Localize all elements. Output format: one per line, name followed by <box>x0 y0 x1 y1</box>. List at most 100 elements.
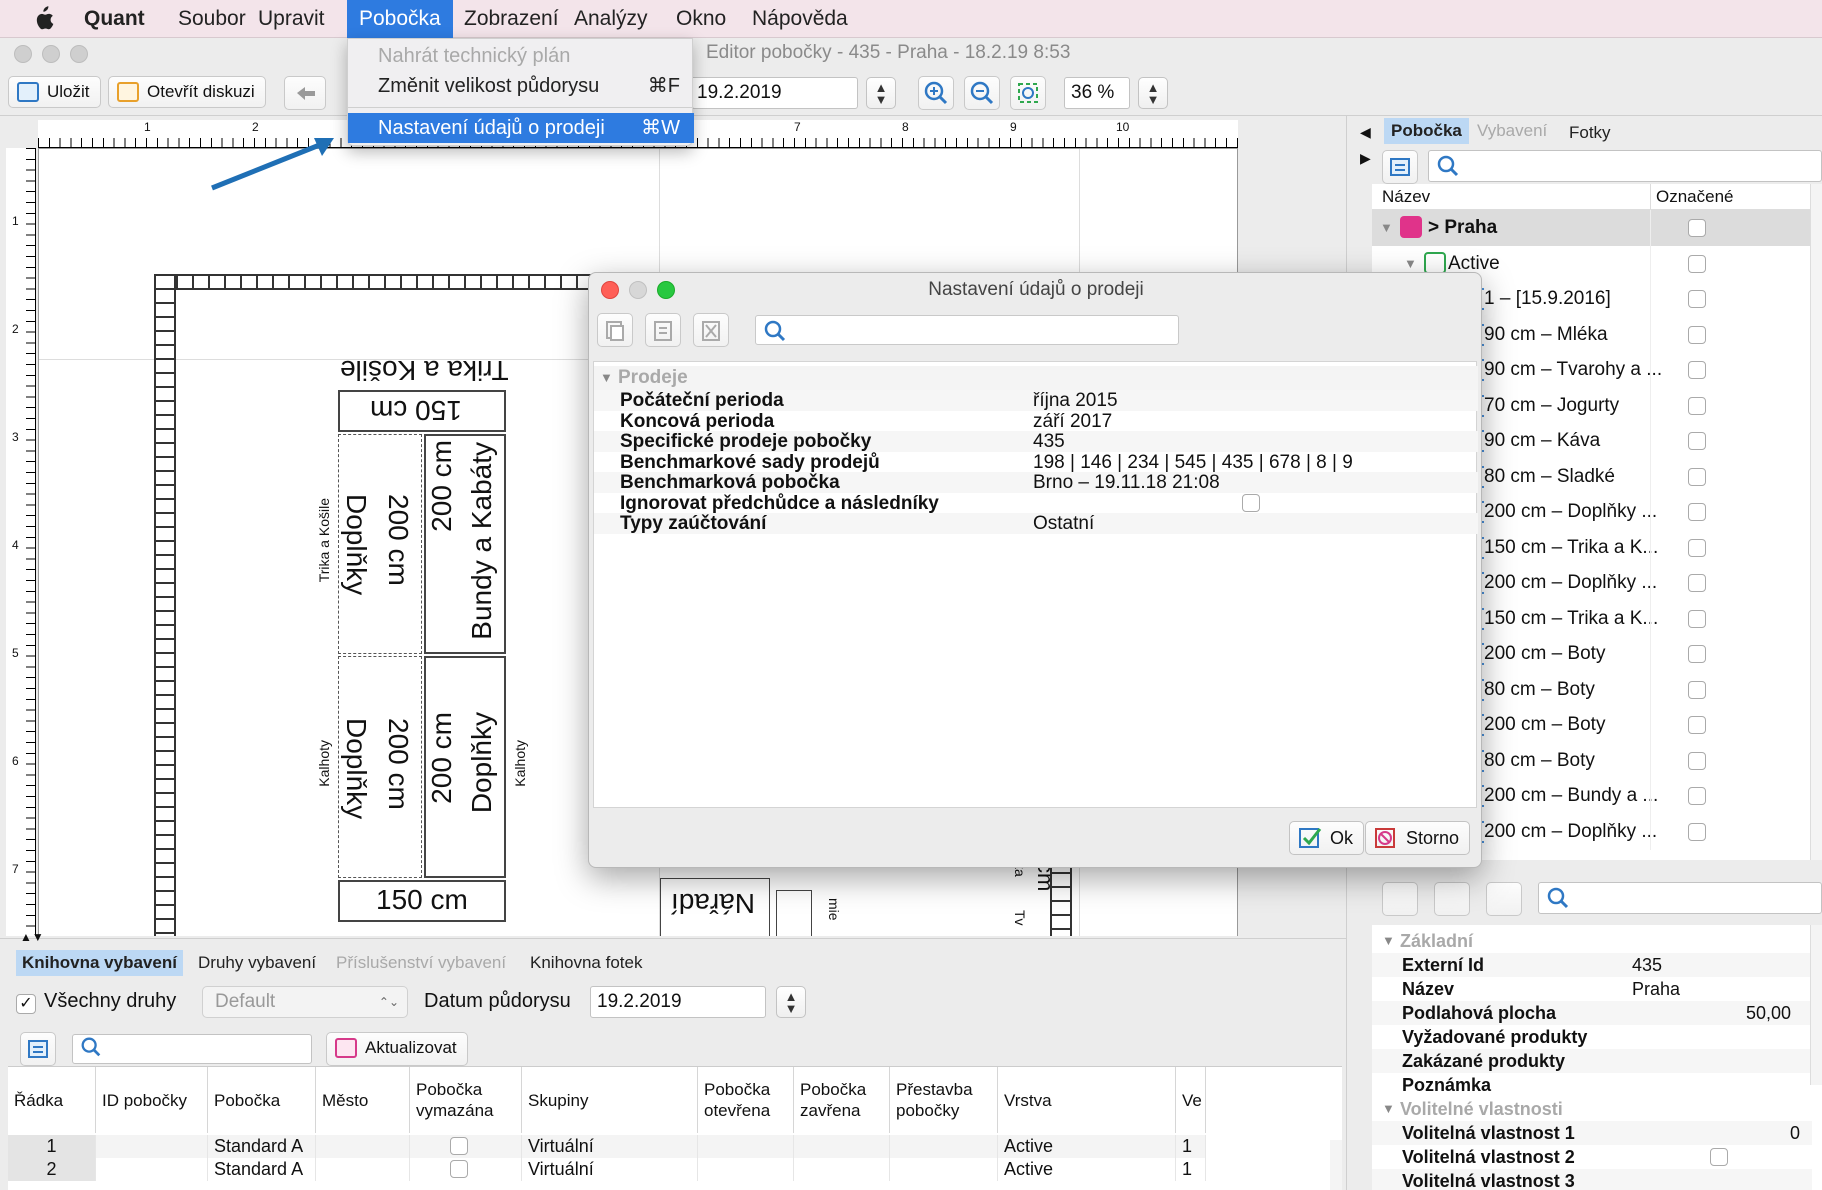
prop-row[interactable]: Volitelná vlastnost 3 <box>1372 1169 1812 1190</box>
prop-row[interactable]: Volitelná vlastnost 2 <box>1372 1145 1812 1169</box>
dialog-search-input[interactable] <box>755 315 1179 345</box>
zoom-level-field[interactable]: 36 % <box>1064 77 1130 109</box>
tree-row-checkbox[interactable] <box>1688 574 1706 592</box>
minimize-window-button[interactable] <box>42 45 60 63</box>
menu-item-upload-plan[interactable]: Nahrát technický plán <box>348 41 694 71</box>
shelf-top[interactable]: 150 cm <box>338 390 506 432</box>
table-cell[interactable]: Standard A <box>208 1135 316 1158</box>
zoom-out-button[interactable] <box>964 76 1000 110</box>
dialog-property-row[interactable]: Benchmarková pobočka Brno – 19.11.18 21:0… <box>594 472 1478 493</box>
table-cell-checkbox[interactable] <box>450 1160 468 1178</box>
dialog-property-value[interactable]: 198 | 146 | 234 | 545 | 435 | 678 | 8 | … <box>1033 452 1353 473</box>
splitter-arrows-icon[interactable]: ▲▼ <box>20 930 44 944</box>
table-cell[interactable] <box>698 1158 794 1181</box>
tree-row[interactable]: ▼ > Praha <box>1372 210 1822 246</box>
table-cell[interactable] <box>410 1158 522 1181</box>
dialog-property-value[interactable]: Ostatní <box>1033 513 1094 534</box>
dialog-property-value[interactable]: září 2017 <box>1033 411 1112 432</box>
tree-search-input[interactable] <box>1428 150 1822 182</box>
tree-row-checkbox[interactable] <box>1688 680 1706 699</box>
props-section-basic[interactable]: ▼ Základní <box>1372 929 1812 953</box>
tab-photo-library[interactable]: Knihovna fotek <box>524 950 648 976</box>
collapse-left-icon[interactable]: ◀ <box>1360 124 1371 141</box>
menu-file[interactable]: Soubor <box>166 0 258 38</box>
dialog-property-value[interactable]: 435 <box>1033 431 1065 452</box>
zoom-in-button[interactable] <box>918 76 954 110</box>
tree-row-checkbox[interactable] <box>1688 219 1706 237</box>
menu-branch[interactable]: Pobočka <box>347 0 453 38</box>
tree-row-checkbox[interactable] <box>1688 361 1706 379</box>
shelf-fragment[interactable] <box>776 890 812 936</box>
zoom-stepper[interactable]: ▲ ▼ <box>1138 77 1168 109</box>
all-types-checkbox[interactable]: ✓ <box>16 994 36 1014</box>
prop-row[interactable]: Název Praha <box>1372 977 1812 1001</box>
tree-row-checkbox[interactable] <box>1688 467 1706 486</box>
undo-button[interactable] <box>284 76 326 110</box>
save-button[interactable]: Uložit <box>8 76 101 108</box>
tree-row-checkbox[interactable] <box>1688 325 1706 344</box>
menu-item-resize-floorplan[interactable]: Změnit velikost půdorysu ⌘F <box>348 71 694 101</box>
floorplan-date-field[interactable]: 19.2.2019 <box>590 986 766 1018</box>
zoom-fit-button[interactable] <box>1010 76 1046 110</box>
close-window-button[interactable] <box>14 45 32 63</box>
prop-row[interactable]: Volitelná vlastnost 1 0 <box>1372 1121 1812 1145</box>
tab-equipment-types[interactable]: Druhy vybavení <box>192 950 322 976</box>
table-cell[interactable] <box>890 1158 998 1181</box>
tree-row-checkbox[interactable] <box>1688 290 1706 308</box>
table-column-header[interactable]: Pobočka zavřena <box>794 1067 890 1133</box>
tab-photos[interactable]: Fotky <box>1562 120 1618 146</box>
table-cell[interactable]: 2 <box>8 1158 96 1181</box>
ok-button[interactable]: Ok <box>1289 821 1365 855</box>
table-column-header[interactable]: Město <box>316 1067 410 1133</box>
table-cell[interactable]: Virtuální <box>522 1158 698 1181</box>
table-column-header[interactable]: Pobočka <box>208 1067 316 1133</box>
tree-row-checkbox[interactable] <box>1688 503 1706 521</box>
menu-view[interactable]: Zobrazení <box>452 0 571 38</box>
props-section-optional[interactable]: ▼ Volitelné vlastnosti <box>1372 1097 1812 1121</box>
tree-row-checkbox[interactable] <box>1688 396 1706 415</box>
dialog-delete-button[interactable] <box>693 313 729 347</box>
dialog-copy-button[interactable] <box>597 313 633 347</box>
menu-window[interactable]: Okno <box>664 0 738 38</box>
tree-row-checkbox[interactable] <box>1688 751 1706 770</box>
tab-branch[interactable]: Pobočka <box>1384 118 1469 144</box>
table-column-header[interactable]: ID pobočky <box>96 1067 208 1133</box>
props-delete-button[interactable] <box>1486 882 1522 916</box>
prop-row[interactable]: Externí Id 435 <box>1372 953 1812 977</box>
dialog-property-checkbox[interactable] <box>1242 493 1260 512</box>
table-cell[interactable] <box>316 1135 410 1158</box>
table-cell[interactable] <box>794 1135 890 1158</box>
dialog-property-row[interactable]: Specifické prodeje pobočky 435 <box>594 431 1478 452</box>
disclosure-triangle-icon[interactable]: ▼ <box>1380 210 1393 246</box>
shelf-tools[interactable]: Nářadí <box>660 878 770 936</box>
tree-row-checkbox[interactable] <box>1688 787 1706 805</box>
table-cell[interactable] <box>96 1135 208 1158</box>
table-cell-checkbox[interactable] <box>450 1137 468 1155</box>
tab-equipment[interactable]: Vybavení <box>1470 118 1554 144</box>
dialog-property-value[interactable]: října 2015 <box>1033 390 1118 411</box>
table-cell[interactable]: Active <box>998 1158 1176 1181</box>
table-column-header[interactable]: Řádka <box>8 1067 96 1133</box>
table-cell[interactable]: 1 <box>1176 1158 1206 1181</box>
dialog-paste-button[interactable] <box>645 313 681 347</box>
table-cell[interactable]: 1 <box>8 1135 96 1158</box>
table-cell[interactable] <box>698 1135 794 1158</box>
table-cell[interactable]: Active <box>998 1135 1176 1158</box>
tree-row-checkbox[interactable] <box>1688 822 1706 841</box>
prop-row[interactable]: Vyžadované produkty <box>1372 1025 1812 1049</box>
default-select[interactable]: Default ⌃⌄ <box>202 986 408 1018</box>
dialog-property-row[interactable]: Počáteční perioda října 2015 <box>594 390 1478 411</box>
table-column-header[interactable]: Pobočka otevřena <box>698 1067 794 1133</box>
table-column-header[interactable]: Přestavba pobočky <box>890 1067 998 1133</box>
dialog-property-row[interactable]: Benchmarkové sady prodejů 198 | 146 | 234… <box>594 452 1478 473</box>
zoom-window-button[interactable] <box>70 45 88 63</box>
dialog-property-value[interactable]: Brno – 19.11.18 21:08 <box>1033 472 1220 493</box>
dialog-property-row[interactable]: Typy zaúčtování Ostatní <box>594 513 1478 534</box>
props-paste-button[interactable] <box>1434 882 1470 916</box>
prop-checkbox[interactable] <box>1710 1148 1728 1166</box>
menu-analyses[interactable]: Analýzy <box>562 0 660 38</box>
table-cell[interactable] <box>316 1158 410 1181</box>
tree-scrollbar[interactable] <box>1810 184 1822 860</box>
prop-row[interactable]: Podlahová plocha 50,00 <box>1372 1001 1812 1025</box>
tree-action-button[interactable] <box>1382 150 1418 184</box>
